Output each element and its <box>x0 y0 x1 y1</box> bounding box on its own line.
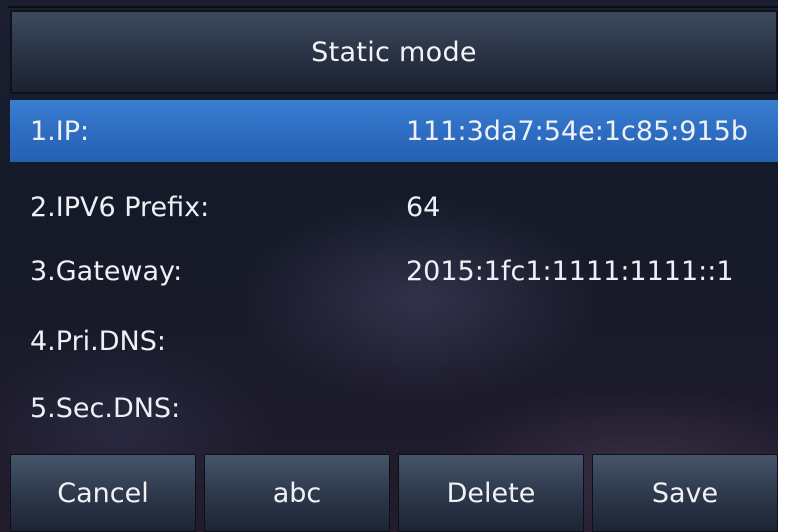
field-value-ipv6-prefix[interactable]: 64 <box>406 192 440 223</box>
abc-input-mode-button[interactable]: abc <box>204 454 390 532</box>
phone-screen: Static mode 1.IP: 111:3da7:54e:1c85:915b… <box>0 0 788 532</box>
field-row-pri-dns[interactable]: 4.Pri.DNS: <box>10 310 778 372</box>
title-bar: Static mode <box>10 10 778 94</box>
field-label-gateway: 3.Gateway: <box>30 255 183 287</box>
field-label-sec-dns: 5.Sec.DNS: <box>30 392 181 424</box>
field-label-ip: 1.IP: <box>30 115 90 147</box>
page-title: Static mode <box>311 36 477 68</box>
cancel-button[interactable]: Cancel <box>10 454 196 532</box>
field-row-gateway[interactable]: 3.Gateway: 2015:1fc1:1111:1111::1 <box>10 240 778 302</box>
field-label-ipv6-prefix: 2.IPV6 Prefix: <box>30 191 210 223</box>
field-row-sec-dns[interactable]: 5.Sec.DNS: <box>10 377 778 439</box>
field-row-ip[interactable]: 1.IP: 111:3da7:54e:1c85:915b <box>10 100 778 162</box>
softkey-bar: Cancel abc Delete Save <box>10 454 778 532</box>
save-button[interactable]: Save <box>592 454 778 532</box>
field-label-pri-dns: 4.Pri.DNS: <box>30 325 166 357</box>
top-border <box>8 6 778 8</box>
field-value-ip[interactable]: 111:3da7:54e:1c85:915b <box>406 116 748 147</box>
delete-button[interactable]: Delete <box>398 454 584 532</box>
field-value-gateway[interactable]: 2015:1fc1:1111:1111::1 <box>406 256 734 287</box>
field-row-ipv6-prefix[interactable]: 2.IPV6 Prefix: 64 <box>10 176 778 238</box>
